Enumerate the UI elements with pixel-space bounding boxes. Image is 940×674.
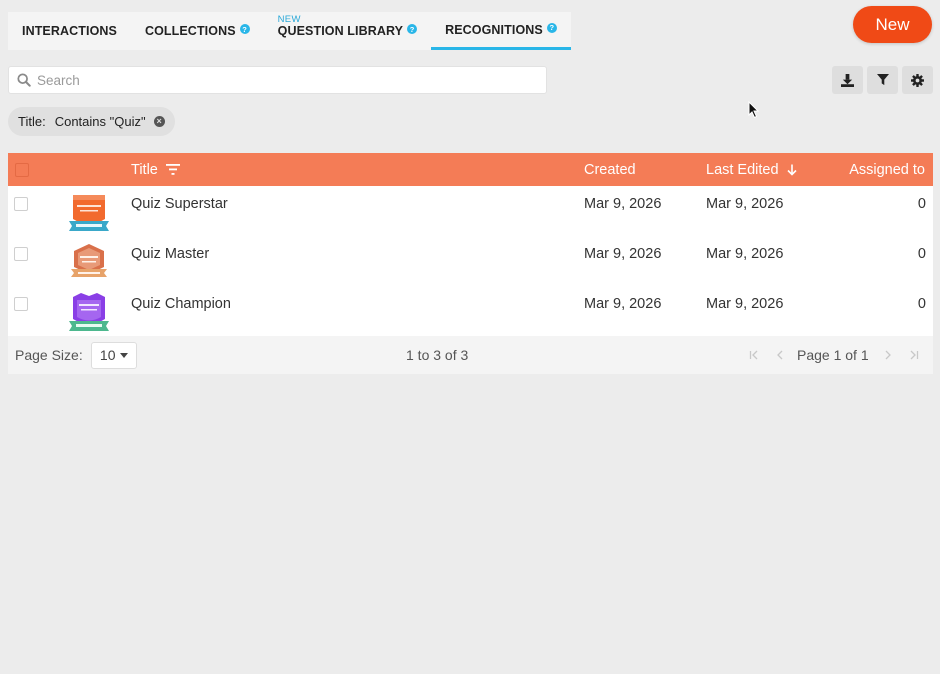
search-icon	[17, 73, 31, 87]
recognitions-table: Title Created Last Edited Assigned to Qu…	[8, 153, 933, 374]
filter-icon	[876, 74, 889, 86]
row-last-edited: Mar 9, 2026	[706, 246, 784, 262]
row-last-edited: Mar 9, 2026	[706, 296, 784, 312]
new-button[interactable]: New	[853, 6, 932, 43]
select-all-checkbox[interactable]	[15, 162, 29, 177]
tab-bar: INTERACTIONS COLLECTIONS ? NEW QUESTION …	[8, 12, 571, 50]
tab-recognitions-label: RECOGNITIONS	[445, 22, 543, 37]
help-icon[interactable]: ?	[407, 24, 418, 34]
row-assigned-to: 0	[917, 196, 926, 212]
column-header-created[interactable]: Created	[584, 153, 636, 186]
row-created: Mar 9, 2026	[584, 296, 662, 312]
column-header-assigned-to[interactable]: Assigned to	[849, 153, 925, 186]
quiz-champion-badge-image	[69, 293, 109, 331]
download-button[interactable]	[832, 66, 863, 94]
quiz-superstar-badge-image	[69, 195, 109, 231]
table-header: Title Created Last Edited Assigned to	[8, 153, 933, 186]
settings-button[interactable]	[902, 66, 933, 94]
tab-question-library-label: QUESTION LIBRARY	[277, 24, 404, 38]
settings-icon	[911, 73, 924, 87]
column-header-title[interactable]: Title	[131, 153, 180, 186]
row-assigned-to: 0	[917, 296, 926, 312]
table-row[interactable]: Quiz Superstar Mar 9, 2026 Mar 9, 2026 0	[8, 186, 933, 236]
page-size-value: 10	[99, 347, 116, 363]
row-assigned-to: 0	[917, 246, 926, 262]
filter-chip-field: Title:	[18, 114, 46, 129]
column-assigned-to-label: Assigned to	[849, 161, 925, 178]
tab-interactions-label: INTERACTIONS	[22, 24, 117, 38]
column-created-label: Created	[584, 161, 636, 178]
previous-page-icon[interactable]	[775, 350, 785, 360]
row-last-edited: Mar 9, 2026	[706, 196, 784, 212]
page-indicator: Page 1 of 1	[797, 347, 869, 363]
filter-chip-value: Contains "Quiz"	[54, 114, 146, 129]
row-checkbox[interactable]	[14, 297, 28, 311]
pagination-bar: Page Size: 10 1 to 3 of 3 Page 1 of 1	[8, 336, 933, 374]
tab-collections[interactable]: COLLECTIONS ?	[131, 12, 264, 50]
page-size-select[interactable]: 10	[90, 341, 137, 369]
page-size-label: Page Size:	[15, 347, 83, 363]
filter-chip: Title: Contains "Quiz" ×	[8, 107, 175, 136]
row-checkbox[interactable]	[14, 197, 28, 211]
filter-button[interactable]	[867, 66, 898, 94]
column-title-label: Title	[131, 161, 158, 178]
arrow-down-icon	[786, 164, 797, 176]
row-title[interactable]: Quiz Master	[131, 236, 209, 272]
search-input[interactable]	[37, 72, 517, 88]
tab-interactions[interactable]: INTERACTIONS	[8, 12, 131, 50]
column-last-edited-label: Last Edited	[706, 161, 779, 178]
help-icon[interactable]: ?	[239, 24, 250, 34]
row-checkbox[interactable]	[14, 247, 28, 261]
next-page-icon[interactable]	[883, 350, 893, 360]
last-page-icon[interactable]	[909, 350, 919, 360]
tab-question-library[interactable]: NEW QUESTION LIBRARY ?	[264, 12, 431, 50]
help-icon[interactable]: ?	[546, 22, 557, 33]
new-badge: NEW	[277, 14, 301, 25]
table-body: Quiz Superstar Mar 9, 2026 Mar 9, 2026 0…	[8, 186, 933, 336]
row-title[interactable]: Quiz Superstar	[131, 186, 228, 222]
tab-collections-label: COLLECTIONS	[144, 24, 236, 38]
row-created: Mar 9, 2026	[584, 196, 662, 212]
table-row[interactable]: Quiz Champion Mar 9, 2026 Mar 9, 2026 0	[8, 286, 933, 336]
download-icon	[841, 73, 854, 87]
row-title[interactable]: Quiz Champion	[131, 286, 231, 322]
column-header-last-edited[interactable]: Last Edited	[706, 153, 797, 186]
chevron-down-icon	[119, 352, 128, 358]
first-page-icon[interactable]	[749, 350, 759, 360]
close-icon[interactable]: ×	[153, 116, 165, 127]
filter-lines-icon	[165, 164, 180, 175]
row-created: Mar 9, 2026	[584, 246, 662, 262]
quiz-master-badge-image	[71, 244, 107, 277]
search-bar	[8, 66, 547, 94]
table-row[interactable]: Quiz Master Mar 9, 2026 Mar 9, 2026 0	[8, 236, 933, 286]
tab-recognitions[interactable]: RECOGNITIONS ?	[431, 12, 571, 50]
row-range: 1 to 3 of 3	[406, 347, 469, 363]
mouse-cursor-icon	[748, 101, 760, 119]
